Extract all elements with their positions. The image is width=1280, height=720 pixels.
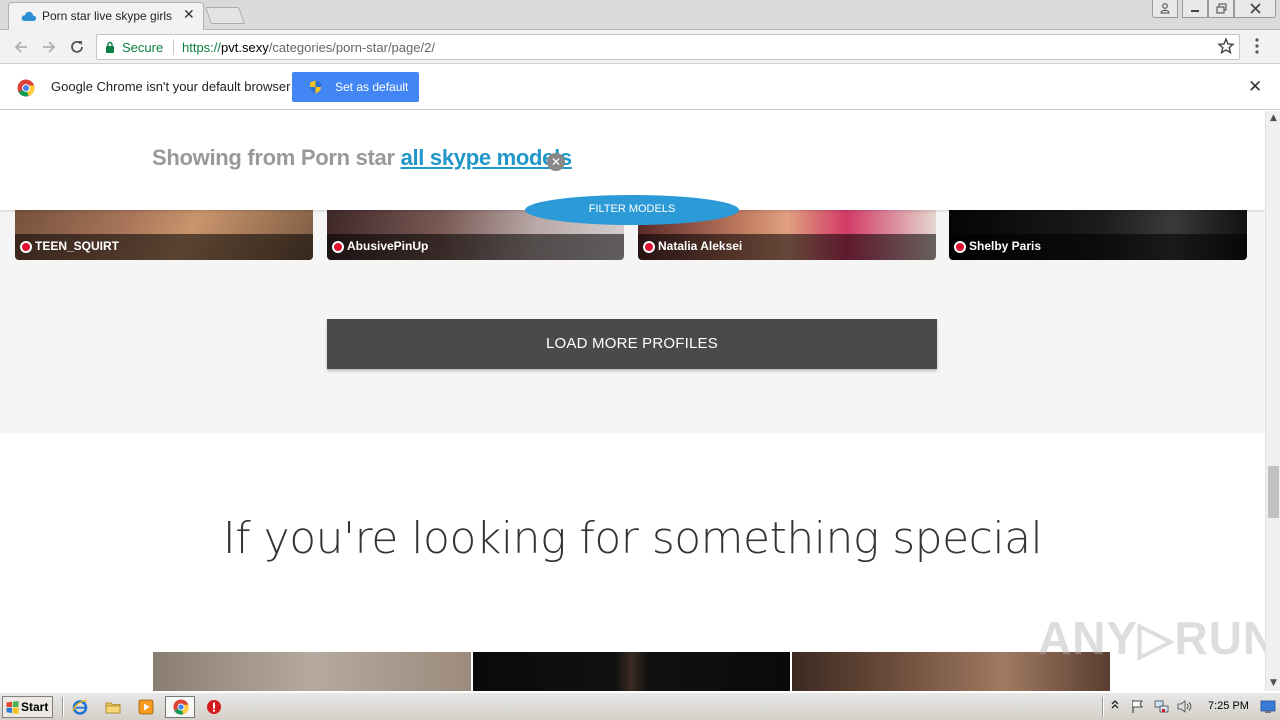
user-profile-icon[interactable]	[1152, 0, 1178, 18]
address-bar[interactable]: Secure https://pvt.sexy/categories/porn-…	[96, 34, 1240, 60]
live-status-icon	[643, 241, 655, 253]
chrome-menu-icon[interactable]	[1252, 38, 1262, 54]
url-host: pvt.sexy	[221, 40, 269, 55]
omnibox-divider	[173, 39, 174, 55]
default-browser-infobar: Google Chrome isn't your default browser…	[0, 65, 1280, 110]
start-button[interactable]: Start	[2, 696, 53, 718]
scroll-down-arrow-icon[interactable]: ▼	[1266, 676, 1280, 691]
infobar-message: Google Chrome isn't your default browser	[51, 79, 291, 94]
model-name: AbusivePinUp	[347, 239, 429, 253]
uac-shield-icon	[310, 80, 321, 94]
reload-icon[interactable]	[66, 36, 88, 58]
folder-icon[interactable]	[105, 699, 121, 715]
clear-filter-icon[interactable]: ✕	[547, 153, 565, 171]
model-name: Natalia Aleksei	[658, 239, 743, 253]
taskbar-divider	[62, 697, 64, 717]
tray-divider	[1102, 697, 1104, 717]
infobar-close-icon[interactable]: ✕	[1248, 77, 1262, 97]
anyrun-watermark: ANY▷RUN	[1038, 612, 1265, 664]
network-icon[interactable]	[1154, 699, 1169, 714]
model-name: TEEN_SQUIRT	[35, 239, 120, 253]
cloud-favicon-icon	[21, 11, 37, 21]
filter-models-button[interactable]: FILTER MODELS	[525, 195, 739, 225]
browser-toolbar: Secure https://pvt.sexy/categories/porn-…	[0, 30, 1280, 64]
internet-explorer-icon[interactable]	[72, 699, 88, 715]
chrome-taskbar-icon[interactable]	[173, 699, 189, 715]
lock-icon	[106, 41, 114, 53]
start-label: Start	[21, 700, 49, 714]
show-desktop-icon[interactable]	[1260, 699, 1276, 714]
back-arrow-icon[interactable]	[10, 36, 32, 58]
filter-prefix: Showing from Porn star	[152, 145, 401, 170]
taskbar-clock[interactable]: 7:25 PM	[1208, 700, 1249, 712]
volume-icon[interactable]	[1177, 699, 1192, 714]
window-close-icon[interactable]	[1234, 0, 1276, 18]
tab-title: Porn star live skype girls	[42, 9, 173, 23]
featured-image[interactable]	[153, 652, 471, 691]
model-card-caption: Shelby Paris	[949, 234, 1247, 260]
live-status-icon	[332, 241, 344, 253]
stop-sign-icon[interactable]	[206, 699, 222, 715]
set-as-default-label: Set as default	[335, 80, 409, 94]
scroll-up-arrow-icon[interactable]: ▲	[1266, 111, 1280, 126]
model-card-caption: Natalia Aleksei	[638, 234, 936, 260]
tab-strip: Porn star live skype girls ✕	[0, 0, 1280, 30]
new-tab-button[interactable]	[204, 7, 246, 24]
model-name: Shelby Paris	[969, 239, 1042, 253]
chrome-logo-icon	[17, 79, 35, 97]
scrollbar-thumb[interactable]	[1268, 466, 1279, 518]
url-path: /categories/porn-star/page/2/	[268, 40, 435, 55]
url-text[interactable]: https://pvt.sexy/categories/porn-star/pa…	[182, 40, 435, 55]
featured-image[interactable]	[473, 652, 790, 691]
filter-summary: Showing from Porn star all skype models	[152, 145, 572, 171]
windows-taskbar: Start 7:25 PM	[0, 692, 1280, 720]
window-minimize-icon[interactable]	[1182, 0, 1208, 18]
model-card-caption: TEEN_SQUIRT	[15, 234, 313, 260]
special-heading: If you're looking for something special	[222, 513, 1043, 564]
set-as-default-button[interactable]: Set as default	[292, 72, 419, 102]
secure-label: Secure	[122, 40, 164, 55]
browser-tab[interactable]: Porn star live skype girls ✕	[8, 2, 204, 30]
forward-arrow-icon[interactable]	[38, 36, 60, 58]
page-scrollbar[interactable]: ▲ ▼	[1265, 111, 1280, 691]
model-card-caption: AbusivePinUp	[327, 234, 624, 260]
url-scheme: https://	[182, 40, 222, 55]
tray-expand-icon[interactable]	[1110, 698, 1120, 712]
page-viewport: TEEN_SQUIRT AbusivePinUp Natalia Aleksei…	[0, 111, 1265, 691]
live-status-icon	[20, 241, 32, 253]
tab-close-icon[interactable]: ✕	[183, 7, 195, 23]
live-status-icon	[954, 241, 966, 253]
windows-flag-icon	[6, 701, 19, 714]
action-center-flag-icon[interactable]	[1130, 699, 1145, 714]
bookmark-star-icon[interactable]	[1217, 37, 1235, 55]
media-player-icon[interactable]	[138, 699, 154, 715]
all-models-link[interactable]: all skype models	[401, 145, 573, 170]
load-more-button[interactable]: LOAD MORE PROFILES	[327, 319, 937, 369]
window-restore-icon[interactable]	[1208, 0, 1234, 18]
